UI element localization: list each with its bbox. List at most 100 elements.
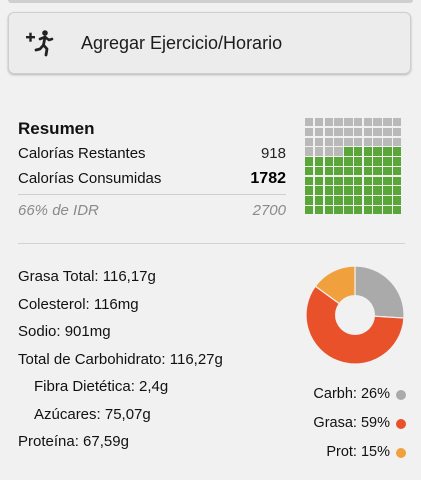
waffle-cell-consumed <box>393 157 402 166</box>
waffle-cell-consumed <box>383 186 392 195</box>
legend-carbs-dot <box>396 389 406 400</box>
waffle-cell-consumed <box>363 147 373 156</box>
waffle-cell-consumed <box>383 206 392 215</box>
waffle-cell-consumed <box>334 157 343 166</box>
waffle-cell-consumed <box>373 147 382 156</box>
waffle-cell-remaining <box>324 147 333 156</box>
waffle-cell-remaining <box>324 137 333 146</box>
waffle-cell-consumed <box>334 176 343 186</box>
nutrient-list: Grasa Total: 116,17g Colesterol: 116mg S… <box>18 263 223 456</box>
legend-carbs: Carbh: 26% <box>313 380 406 409</box>
waffle-cell-consumed <box>373 166 382 176</box>
macro-legend: Carbh: 26% Grasa: 59% Prot: 15% <box>313 380 406 467</box>
top-strip <box>8 0 413 3</box>
waffle-cell-consumed <box>334 166 343 176</box>
summary-title: Resumen <box>18 119 95 138</box>
waffle-cell-consumed <box>344 186 353 195</box>
waffle-cell-remaining <box>344 127 353 137</box>
waffle-cell-remaining <box>334 147 343 156</box>
waffle-cell-consumed <box>353 196 363 205</box>
waffle-cell-consumed <box>363 157 373 166</box>
waffle-cell-consumed <box>363 186 373 195</box>
waffle-cell-remaining <box>353 118 363 127</box>
idr-label: 66% de IDR <box>18 202 99 219</box>
waffle-cell-consumed <box>344 176 353 186</box>
waffle-cell-consumed <box>373 196 382 205</box>
waffle-cell-consumed <box>324 206 333 215</box>
waffle-cell-consumed <box>305 176 314 186</box>
waffle-cell-consumed <box>383 166 392 176</box>
waffle-cell-consumed <box>373 206 382 215</box>
calorie-waffle-grid <box>305 118 402 215</box>
waffle-cell-consumed <box>305 186 314 195</box>
waffle-cell-consumed <box>314 157 324 166</box>
waffle-cell-remaining <box>314 137 324 146</box>
waffle-cell-consumed <box>305 206 314 215</box>
add-exercise-label: Agregar Ejercicio/Horario <box>81 32 283 53</box>
waffle-cell-consumed <box>353 157 363 166</box>
sodium-row: Sodio: 901mg <box>18 323 111 340</box>
waffle-cell-remaining <box>353 127 363 137</box>
waffle-cell-consumed <box>314 186 324 195</box>
idr-row: 66% de IDR 2700 <box>18 194 286 223</box>
add-exercise-icon <box>25 29 55 57</box>
waffle-cell-remaining <box>393 137 402 146</box>
waffle-cell-consumed <box>383 196 392 205</box>
waffle-cell-consumed <box>393 196 402 205</box>
consumed-calories-label: Calorías Consumidas <box>18 170 162 187</box>
add-exercise-button[interactable]: Agregar Ejercicio/Horario <box>8 12 411 74</box>
waffle-cell-consumed <box>334 206 343 215</box>
waffle-cell-consumed <box>383 157 392 166</box>
waffle-cell-consumed <box>353 147 363 156</box>
waffle-cell-consumed <box>334 196 343 205</box>
waffle-cell-consumed <box>344 157 353 166</box>
waffle-cell-remaining <box>324 127 333 137</box>
consumed-calories-row: Calorías Consumidas 1782 <box>18 166 286 191</box>
waffle-cell-remaining <box>363 127 373 137</box>
waffle-cell-remaining <box>305 118 314 127</box>
total-carbs-row: Total de Carbohidrato: 116,27g <box>18 350 223 368</box>
remaining-calories-label: Calorías Restantes <box>18 145 146 162</box>
legend-protein-label: Prot: 15% <box>326 444 390 460</box>
waffle-cell-consumed <box>353 206 363 215</box>
waffle-cell-consumed <box>363 206 373 215</box>
waffle-cell-consumed <box>314 166 324 176</box>
waffle-cell-consumed <box>393 166 402 176</box>
waffle-cell-consumed <box>344 206 353 215</box>
legend-fat-dot <box>396 418 406 429</box>
waffle-cell-remaining <box>305 127 314 137</box>
waffle-cell-consumed <box>393 206 402 215</box>
waffle-cell-consumed <box>383 147 392 156</box>
legend-fat: Grasa: 59% <box>313 409 406 438</box>
cholesterol-row: Colesterol: 116mg <box>18 295 139 313</box>
waffle-cell-consumed <box>344 147 353 156</box>
legend-protein: Prot: 15% <box>313 438 406 467</box>
waffle-cell-consumed <box>353 186 363 195</box>
remaining-calories-value: 918 <box>260 145 286 162</box>
waffle-cell-remaining <box>314 118 324 127</box>
waffle-cell-remaining <box>305 137 314 146</box>
waffle-cell-consumed <box>383 176 392 186</box>
waffle-cell-remaining <box>363 137 373 146</box>
waffle-cell-remaining <box>373 118 382 127</box>
donut-hole <box>335 295 375 335</box>
waffle-cell-consumed <box>393 176 402 186</box>
waffle-cell-consumed <box>305 166 314 176</box>
protein-row: Proteína: 67,59g <box>18 433 129 450</box>
waffle-cell-consumed <box>324 196 333 205</box>
waffle-cell-remaining <box>393 127 402 137</box>
waffle-cell-remaining <box>334 137 343 146</box>
macro-donut-chart <box>305 265 405 365</box>
waffle-cell-remaining <box>383 127 392 137</box>
waffle-cell-consumed <box>324 166 333 176</box>
waffle-cell-consumed <box>324 176 333 186</box>
waffle-cell-consumed <box>334 186 343 195</box>
waffle-cell-remaining <box>393 118 402 127</box>
waffle-cell-consumed <box>324 157 333 166</box>
waffle-cell-remaining <box>314 147 324 156</box>
legend-protein-dot <box>396 447 406 458</box>
waffle-cell-consumed <box>393 186 402 195</box>
legend-fat-label: Grasa: 59% <box>313 415 390 431</box>
waffle-cell-remaining <box>334 127 343 137</box>
waffle-cell-consumed <box>393 147 402 156</box>
